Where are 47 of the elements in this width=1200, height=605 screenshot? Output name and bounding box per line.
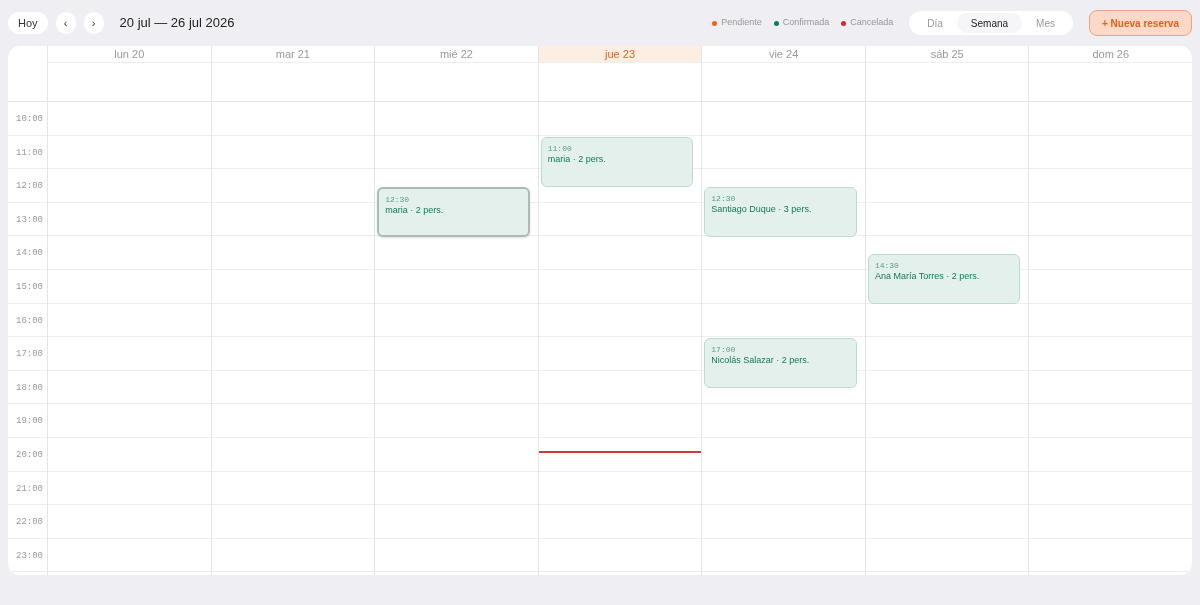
reservation-event[interactable]: 14:30 Ana María Torres · 2 pers. — [867, 254, 1021, 305]
event-time: 12:30 — [385, 195, 411, 205]
day-header: mar 21 — [211, 46, 375, 63]
hour-label: 16:00 — [16, 315, 43, 326]
hour-label: 14:00 — [16, 248, 43, 259]
reservation-event[interactable]: 11:00 maria · 2 pers. — [540, 136, 694, 187]
legend-label: Confirmada — [782, 16, 830, 30]
new-reservation-button[interactable]: + Nueva reserva — [1089, 10, 1192, 36]
event-time: 17:00 — [711, 345, 737, 356]
previous-button[interactable]: ‹ — [55, 12, 76, 34]
event-title: Ana María Torres · 2 pers. — [874, 271, 981, 283]
hour-label: 12:00 — [16, 181, 43, 192]
event-title: Santiago Duque · 3 pers. — [711, 204, 813, 215]
today-button[interactable]: Hoy — [8, 12, 48, 34]
day-header: jue 23 — [538, 46, 702, 63]
hour-label: 11:00 — [16, 147, 43, 158]
reservation-event[interactable]: 17:00 Nicolás Salazar · 2 pers. — [704, 338, 857, 389]
next-button[interactable]: › — [83, 12, 104, 34]
hour-label: 20:00 — [16, 449, 43, 460]
day-header: sáb 25 — [865, 46, 1029, 63]
day-header: dom 26 — [1029, 46, 1192, 63]
event-time: 14:30 — [874, 261, 900, 272]
hour-label: 22:00 — [16, 517, 43, 528]
hour-label: 17:00 — [16, 349, 43, 360]
legend-label: Cancelada — [850, 16, 894, 30]
reservation-event[interactable]: 12:30 Santiago Duque · 3 pers. — [704, 187, 857, 237]
view-tab[interactable]: Semana — [956, 13, 1023, 33]
event-time: 12:30 — [711, 194, 737, 204]
event-title: Nicolás Salazar · 2 pers. — [711, 355, 811, 367]
day-header: lun 20 — [48, 46, 211, 63]
event-title: maria · 2 pers. — [385, 205, 445, 216]
hour-label: 23:00 — [16, 550, 43, 561]
event-time: 11:00 — [547, 143, 573, 154]
hour-label: 19:00 — [16, 416, 43, 427]
hour-label: 10:00 — [16, 114, 43, 124]
reservation-event[interactable]: 12:30 maria · 2 pers. — [377, 187, 530, 237]
hour-label: 13:00 — [16, 214, 43, 225]
day-header: mié 22 — [375, 46, 538, 63]
day-header: vie 24 — [702, 46, 865, 63]
view-tab[interactable]: Día — [913, 13, 957, 33]
hour-label: 15:00 — [16, 281, 43, 292]
legend-label: Pendiente — [721, 16, 762, 30]
hour-label: 21:00 — [16, 483, 43, 494]
date-range-title: 20 jul — 26 jul 2026 — [119, 14, 235, 33]
hour-label: 18:00 — [16, 382, 43, 393]
event-title: maria · 2 pers. — [547, 153, 607, 165]
view-tab[interactable]: Mes — [1022, 13, 1069, 33]
